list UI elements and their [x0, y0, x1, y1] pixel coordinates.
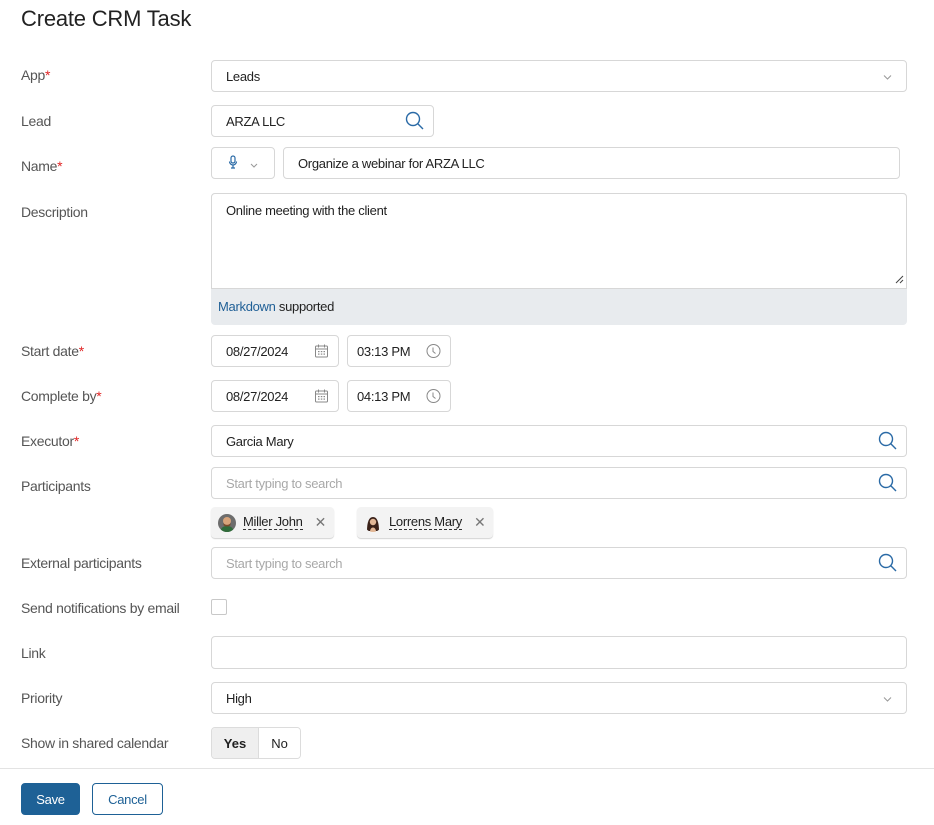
send-notifications-label: Send notifications by email [21, 600, 180, 616]
external-participants-input[interactable]: Start typing to search [211, 547, 907, 579]
search-icon[interactable] [878, 473, 898, 493]
task-name-value: Organize a webinar for ARZA LLC [298, 155, 485, 171]
executor-value: Garcia Mary [226, 433, 294, 449]
search-icon[interactable] [878, 553, 898, 573]
cancel-button[interactable]: Cancel [92, 783, 163, 815]
app-label: App* [21, 67, 50, 83]
priority-select[interactable]: High [211, 682, 907, 714]
required-marker: * [45, 67, 51, 83]
page-title: Create CRM Task [21, 6, 192, 31]
send-notifications-checkbox[interactable] [211, 599, 227, 615]
chevron-down-icon [883, 691, 892, 706]
markdown-link[interactable]: Markdown [218, 299, 276, 314]
description-value: Online meeting with the client [226, 203, 387, 218]
shared-calendar-label: Show in shared calendar [21, 735, 169, 751]
complete-by-label-text: Complete by [21, 388, 97, 404]
chevron-down-icon [250, 156, 258, 171]
required-marker: * [96, 388, 102, 404]
calendar-icon[interactable] [315, 344, 328, 358]
task-name-input[interactable]: Organize a webinar for ARZA LLC [283, 147, 900, 179]
participants-placeholder: Start typing to search [226, 475, 343, 491]
clock-icon[interactable] [426, 344, 441, 359]
lead-value: ARZA LLC [226, 113, 286, 129]
save-button[interactable]: Save [21, 783, 80, 815]
name-label: Name* [21, 158, 63, 174]
app-select[interactable]: Leads [211, 60, 907, 92]
priority-value: High [226, 690, 252, 706]
complete-by-date-input[interactable]: 08/27/2024 [211, 380, 339, 412]
search-icon[interactable] [878, 431, 898, 451]
complete-by-time-input[interactable]: 04:13 PM [347, 380, 451, 412]
complete-by-label: Complete by* [21, 388, 102, 404]
external-participants-placeholder: Start typing to search [226, 555, 343, 571]
start-time-input[interactable]: 03:13 PM [347, 335, 451, 367]
participant-name[interactable]: Miller John [243, 515, 303, 530]
resize-handle-icon[interactable] [894, 272, 904, 287]
priority-label: Priority [21, 690, 63, 706]
participants-input[interactable]: Start typing to search [211, 467, 907, 499]
app-label-text: App [21, 67, 46, 83]
start-date-value: 08/27/2024 [226, 343, 289, 359]
external-participants-label: External participants [21, 555, 142, 571]
lead-input[interactable]: ARZA LLC [211, 105, 434, 137]
participant-chip: Miller John ✕ [211, 507, 334, 538]
microphone-icon [228, 154, 238, 172]
executor-label: Executor* [21, 433, 79, 449]
app-select-value: Leads [226, 68, 260, 84]
avatar [364, 513, 382, 532]
start-date-label-text: Start date [21, 343, 79, 359]
markdown-note: Markdown supported [218, 299, 334, 314]
chevron-down-icon [883, 69, 892, 84]
lead-label: Lead [21, 113, 51, 129]
start-date-label: Start date* [21, 343, 84, 359]
avatar [218, 513, 236, 532]
required-marker: * [78, 343, 84, 359]
description-textarea[interactable]: Online meeting with the client [211, 193, 907, 289]
start-time-value: 03:13 PM [357, 343, 411, 359]
participant-name[interactable]: Lorrens Mary [389, 515, 462, 530]
required-marker: * [73, 433, 80, 449]
footer-divider [0, 768, 934, 769]
complete-by-date-value: 08/27/2024 [226, 388, 289, 404]
executor-input[interactable]: Garcia Mary [211, 425, 907, 457]
start-date-input[interactable]: 08/27/2024 [211, 335, 339, 367]
toggle-option-yes[interactable]: Yes [212, 728, 259, 758]
clock-icon[interactable] [426, 389, 441, 404]
description-label: Description [21, 204, 88, 220]
remove-participant-icon[interactable]: ✕ [315, 514, 327, 531]
link-label: Link [21, 645, 46, 661]
description-field: Online meeting with the client Markdown … [211, 193, 907, 325]
remove-participant-icon[interactable]: ✕ [474, 514, 486, 531]
voice-input-dropdown[interactable] [211, 147, 275, 179]
calendar-icon[interactable] [315, 389, 328, 403]
required-marker: * [57, 158, 63, 174]
name-label-text: Name [21, 158, 58, 174]
executor-label-text: Executor [21, 433, 74, 449]
markdown-note-text: supported [275, 299, 335, 314]
toggle-option-no[interactable]: No [259, 728, 300, 758]
participant-chip: Lorrens Mary ✕ [357, 507, 494, 538]
complete-by-time-value: 04:13 PM [357, 388, 411, 404]
shared-calendar-toggle: Yes No [211, 727, 301, 759]
participants-label: Participants [21, 478, 91, 494]
search-icon[interactable] [405, 111, 425, 131]
link-input[interactable] [211, 636, 907, 669]
